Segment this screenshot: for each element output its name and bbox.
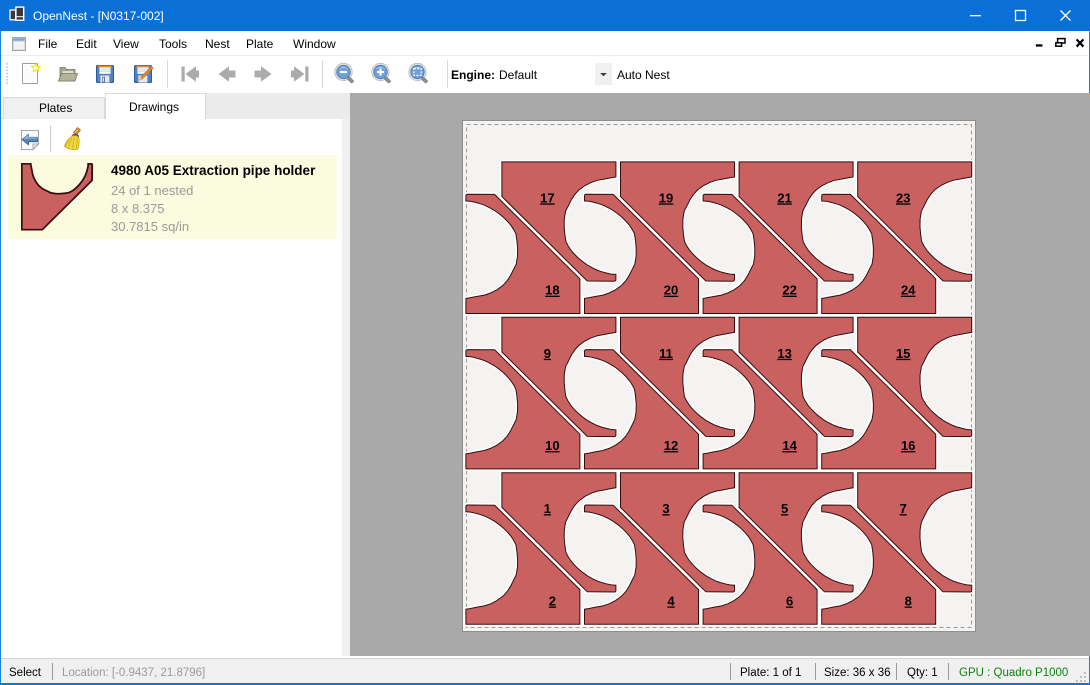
svg-text:19: 19 [659, 190, 673, 205]
svg-text:7: 7 [900, 501, 907, 516]
svg-text:6: 6 [786, 594, 793, 609]
svg-text:11: 11 [659, 346, 673, 361]
svg-text:24: 24 [901, 283, 916, 298]
svg-text:14: 14 [782, 438, 797, 453]
svg-text:8: 8 [905, 594, 912, 609]
svg-text:9: 9 [544, 346, 551, 361]
svg-text:23: 23 [896, 190, 910, 205]
svg-text:1: 1 [544, 501, 551, 516]
svg-text:20: 20 [664, 283, 678, 298]
svg-text:18: 18 [545, 283, 559, 298]
svg-text:22: 22 [782, 283, 796, 298]
svg-text:10: 10 [545, 438, 559, 453]
svg-text:3: 3 [662, 501, 669, 516]
svg-text:15: 15 [896, 346, 910, 361]
svg-text:13: 13 [777, 346, 791, 361]
svg-text:17: 17 [540, 190, 554, 205]
svg-text:12: 12 [664, 438, 678, 453]
svg-text:5: 5 [781, 501, 788, 516]
svg-text:16: 16 [901, 438, 915, 453]
svg-text:21: 21 [777, 190, 791, 205]
svg-text:2: 2 [549, 594, 556, 609]
svg-text:4: 4 [667, 594, 675, 609]
